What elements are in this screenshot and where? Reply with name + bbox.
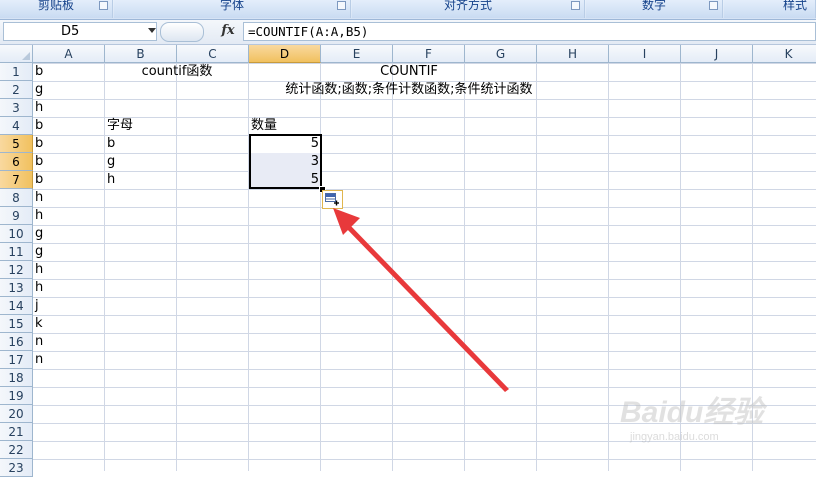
column-header-b[interactable]: B xyxy=(105,45,177,63)
row-header-21[interactable]: 21 xyxy=(0,423,33,441)
ribbon-group-font[interactable]: 字体 xyxy=(114,0,351,18)
watermark-url: jingyan.baidu.com xyxy=(630,431,719,443)
insert-function-icon[interactable]: fx xyxy=(216,22,240,40)
name-box[interactable]: D5 xyxy=(3,22,157,41)
cell-a11[interactable]: g xyxy=(33,243,107,261)
cell-a7[interactable]: b xyxy=(33,171,107,189)
column-header-e[interactable]: E xyxy=(321,45,393,63)
ribbon-group-label: 数字 xyxy=(641,0,666,12)
cell-d4-header[interactable]: 数量 xyxy=(249,117,323,135)
cell-a10[interactable]: g xyxy=(33,225,107,243)
ribbon-bar: 剪贴板 字体 对齐方式 数字 样式 xyxy=(0,0,816,20)
auto-fill-icon xyxy=(325,193,339,206)
chevron-down-icon[interactable] xyxy=(148,28,156,33)
ribbon-group-label: 剪贴板 xyxy=(37,0,74,12)
cell-a3[interactable]: h xyxy=(33,99,107,117)
column-header-c[interactable]: C xyxy=(177,45,249,63)
row-header-12[interactable]: 12 xyxy=(0,261,33,279)
row-header-14[interactable]: 14 xyxy=(0,297,33,315)
cell-b5[interactable]: b xyxy=(105,135,179,153)
row-header-19[interactable]: 19 xyxy=(0,387,33,405)
row-header-2[interactable]: 2 xyxy=(0,81,33,99)
formula-input[interactable]: =COUNTIF(A:A,B5) xyxy=(243,22,816,41)
dialog-launcher-icon[interactable] xyxy=(99,1,108,10)
dialog-launcher-icon[interactable] xyxy=(571,1,580,10)
row-header-8[interactable]: 8 xyxy=(0,189,33,207)
cell-a4[interactable]: b xyxy=(33,117,107,135)
column-header-a[interactable]: A xyxy=(33,45,105,63)
row-header-16[interactable]: 16 xyxy=(0,333,33,351)
column-header-d[interactable]: D xyxy=(249,45,321,63)
cell-d2-function-description[interactable]: 统计函数;函数;条件计数函数;条件统计函数 xyxy=(249,81,569,99)
gridline xyxy=(392,63,393,471)
cell-a8[interactable]: h xyxy=(33,189,107,207)
row-header-10[interactable]: 10 xyxy=(0,225,33,243)
column-header-g[interactable]: G xyxy=(465,45,537,63)
row-header-9[interactable]: 9 xyxy=(0,207,33,225)
cell-a13[interactable]: h xyxy=(33,279,107,297)
column-header-h[interactable]: H xyxy=(537,45,609,63)
ribbon-group-label: 字体 xyxy=(219,0,244,12)
row-header-18[interactable]: 18 xyxy=(0,369,33,387)
cell-a6[interactable]: b xyxy=(33,153,107,171)
cell-b7[interactable]: h xyxy=(105,171,179,189)
row-header-1[interactable]: 1 xyxy=(0,63,33,81)
cell-a9[interactable]: h xyxy=(33,207,107,225)
dialog-launcher-icon[interactable] xyxy=(337,1,346,10)
cell-a5[interactable]: b xyxy=(33,135,107,153)
row-header-6[interactable]: 6 xyxy=(0,153,33,171)
gridline xyxy=(608,63,609,471)
formula-bar-resize-handle[interactable] xyxy=(160,22,204,42)
cell-b4-header[interactable]: 字母 xyxy=(105,117,179,135)
row-header-15[interactable]: 15 xyxy=(0,315,33,333)
cell-b6[interactable]: g xyxy=(105,153,179,171)
auto-fill-options-button[interactable] xyxy=(322,190,343,209)
column-headers: ABCDEFGHIJK xyxy=(0,45,816,63)
gridline xyxy=(536,63,537,471)
cell-b1-title[interactable]: countif函数 xyxy=(105,63,249,81)
cell-a14[interactable]: j xyxy=(33,297,107,315)
column-header-f[interactable]: F xyxy=(393,45,465,63)
ribbon-group-number[interactable]: 数字 xyxy=(586,0,723,18)
cell-d1-function-name[interactable]: COUNTIF xyxy=(249,63,569,81)
cell-a16[interactable]: n xyxy=(33,333,107,351)
row-header-20[interactable]: 20 xyxy=(0,405,33,423)
row-header-17[interactable]: 17 xyxy=(0,351,33,369)
gridline xyxy=(464,63,465,471)
cell-a17[interactable]: n xyxy=(33,351,107,369)
row-header-4[interactable]: 4 xyxy=(0,117,33,135)
watermark: Baidu经验 jingyan.baidu.com xyxy=(620,396,810,466)
ribbon-group-styles[interactable]: 样式 xyxy=(724,0,816,18)
cell-a1[interactable]: b xyxy=(33,63,107,81)
watermark-brand: Baidu经验 xyxy=(620,396,764,429)
ribbon-group-clipboard[interactable]: 剪贴板 xyxy=(0,0,113,18)
row-header-7[interactable]: 7 xyxy=(0,171,33,189)
column-header-k[interactable]: K xyxy=(753,45,816,63)
ribbon-group-label: 对齐方式 xyxy=(443,0,492,12)
row-header-23[interactable]: 23 xyxy=(0,459,33,477)
row-header-5[interactable]: 5 xyxy=(0,135,33,153)
cell-a2[interactable]: g xyxy=(33,81,107,99)
cell-a15[interactable]: k xyxy=(33,315,107,333)
column-header-i[interactable]: I xyxy=(609,45,681,63)
column-header-j[interactable]: J xyxy=(681,45,753,63)
selected-range[interactable] xyxy=(249,134,322,189)
ribbon-group-label: 样式 xyxy=(782,0,807,12)
cell-a12[interactable]: h xyxy=(33,261,107,279)
ribbon-group-alignment[interactable]: 对齐方式 xyxy=(352,0,585,18)
row-header-22[interactable]: 22 xyxy=(0,441,33,459)
row-header-11[interactable]: 11 xyxy=(0,243,33,261)
dialog-launcher-icon[interactable] xyxy=(709,1,718,10)
name-box-value: D5 xyxy=(61,24,80,39)
row-header-3[interactable]: 3 xyxy=(0,99,33,117)
row-header-13[interactable]: 13 xyxy=(0,279,33,297)
